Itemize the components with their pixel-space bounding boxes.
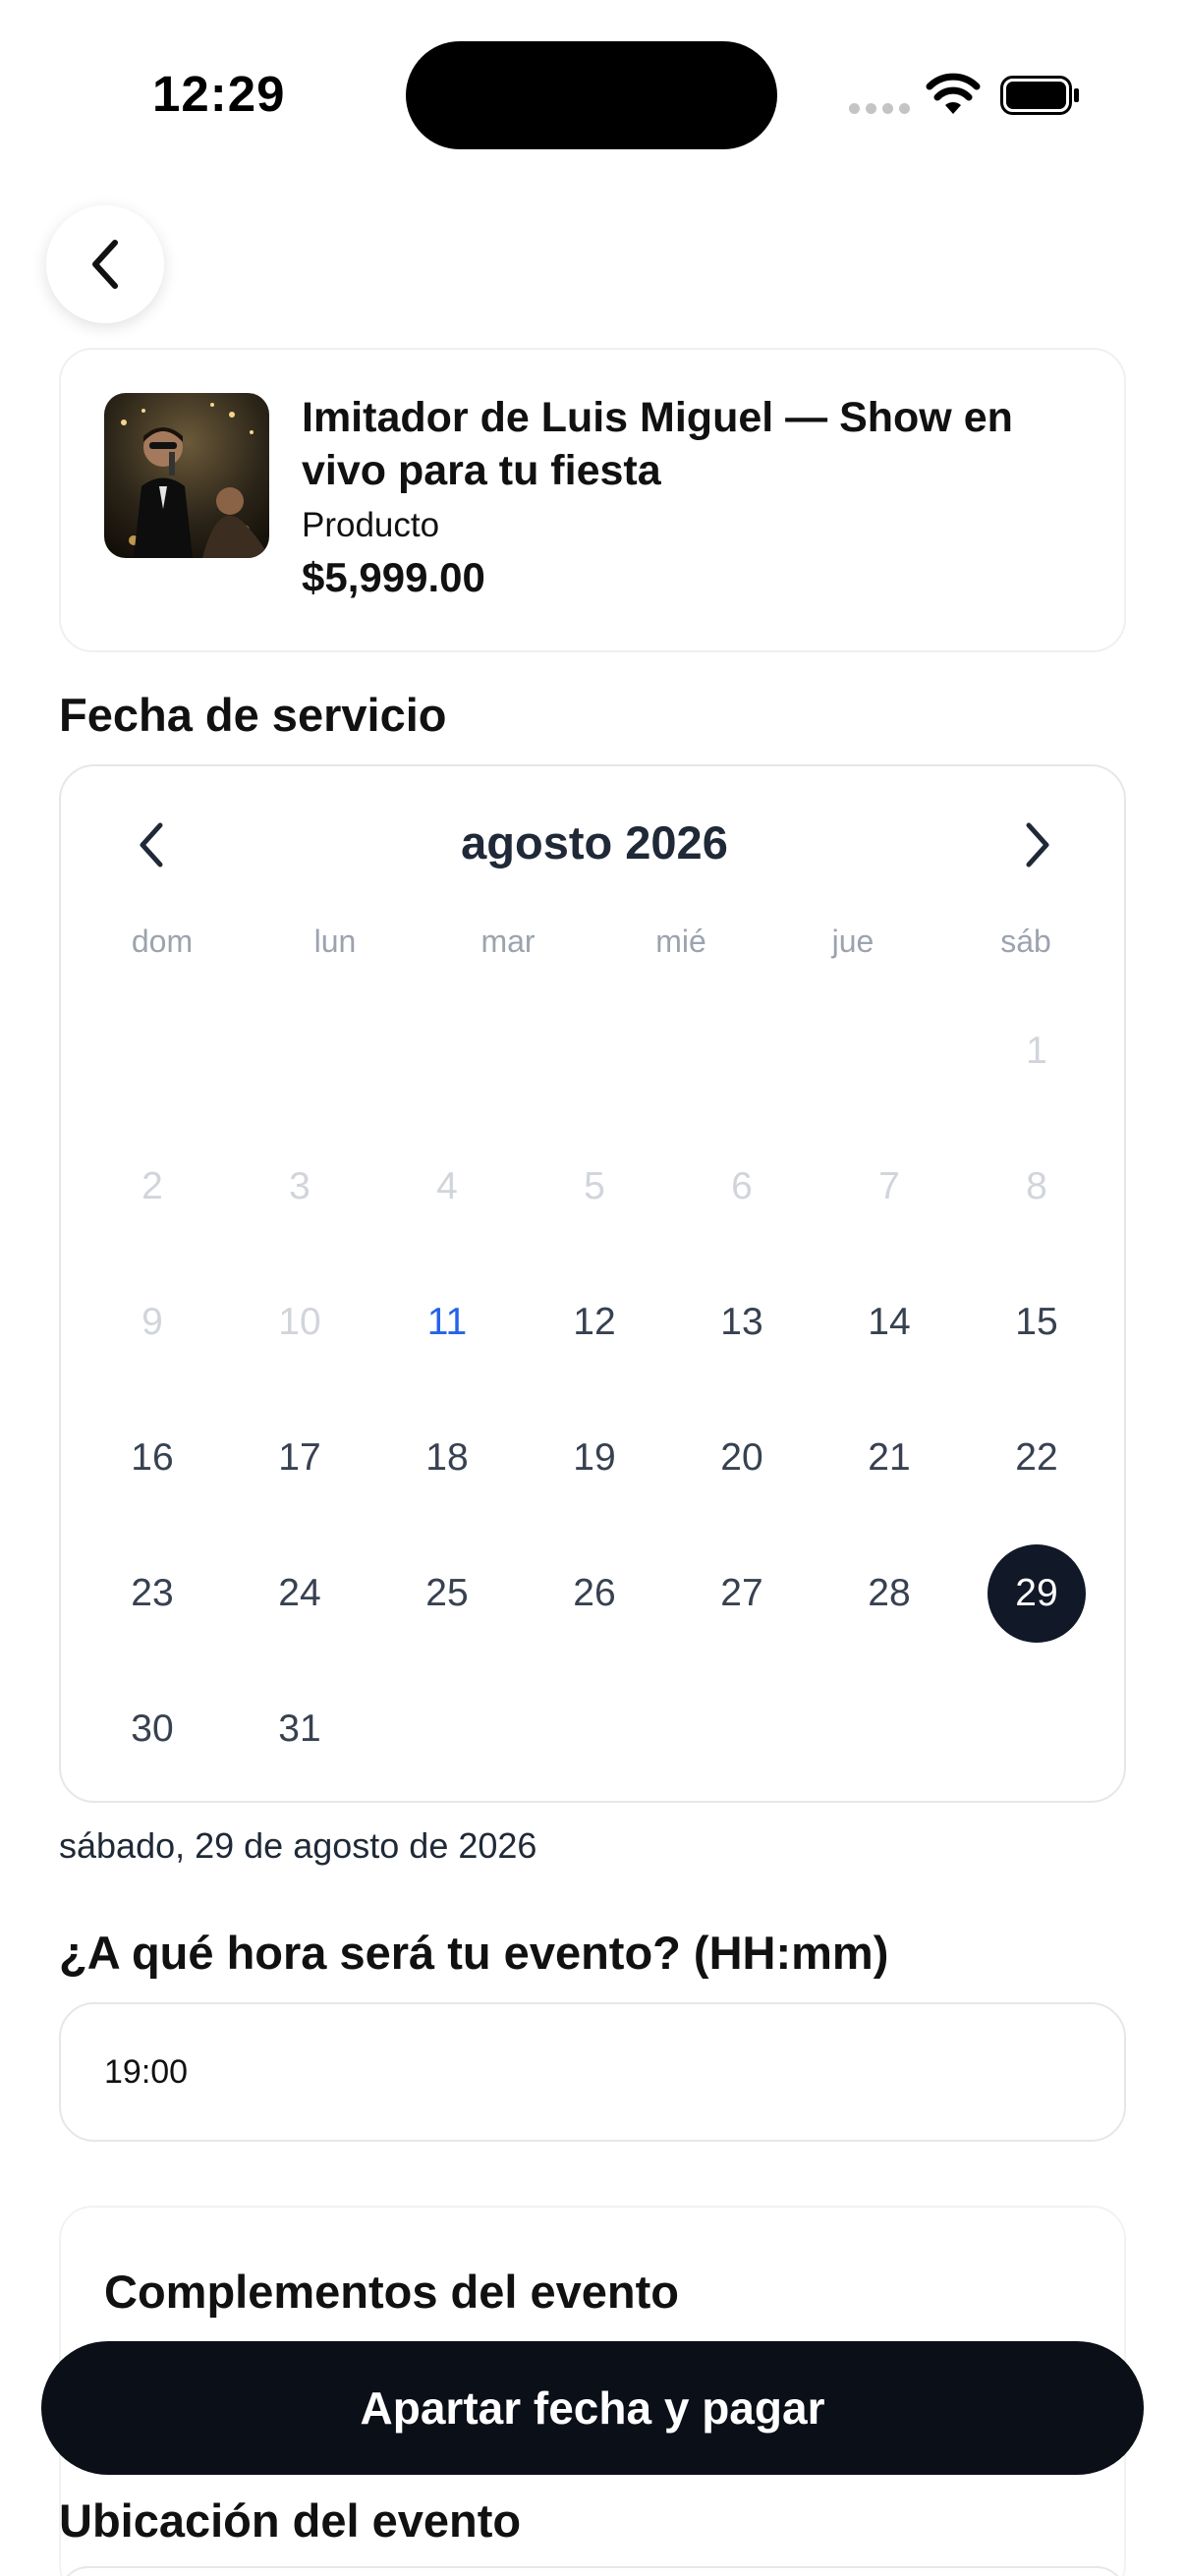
calendar-day: 4 xyxy=(436,1165,458,1207)
calendar-day[interactable]: 11 xyxy=(398,1273,496,1372)
calendar-day[interactable]: 16 xyxy=(103,1409,201,1507)
calendar-day: 7 xyxy=(878,1165,900,1207)
weekday-label: mar xyxy=(480,924,536,959)
reserve-and-pay-button[interactable]: Apartar fecha y pagar xyxy=(41,2341,1144,2475)
chevron-left-icon xyxy=(92,240,118,289)
product-card[interactable]: Imitador de Luis Miguel — Show en vivo p… xyxy=(59,348,1126,652)
back-button[interactable] xyxy=(46,205,164,323)
weekday-label: mié xyxy=(655,924,706,959)
calendar-day[interactable]: 15 xyxy=(988,1273,1086,1372)
calendar-day[interactable]: 20 xyxy=(693,1409,791,1507)
location-label: Ubicación del evento xyxy=(59,2494,522,2547)
calendar-day[interactable]: 17 xyxy=(251,1409,349,1507)
calendar-day[interactable]: 19 xyxy=(545,1409,644,1507)
calendar-day: 5 xyxy=(584,1165,605,1207)
service-date-label: Fecha de servicio xyxy=(59,689,447,741)
calendar-day: 1 xyxy=(1026,1030,1047,1072)
event-time-input[interactable] xyxy=(59,2002,1126,2142)
calendar-weekdays: dom lun mar mié jue sáb xyxy=(61,924,1128,963)
wifi-icon xyxy=(926,73,981,114)
battery-icon xyxy=(1000,76,1079,115)
calendar-day-selected[interactable]: 29 xyxy=(988,1544,1086,1643)
product-title: Imitador de Luis Miguel — Show en vivo p… xyxy=(302,394,1013,494)
calendar-day[interactable]: 22 xyxy=(988,1409,1086,1507)
product-price: $5,999.00 xyxy=(302,554,485,600)
chevron-right-icon xyxy=(1026,822,1049,868)
status-time: 12:29 xyxy=(152,66,286,122)
product-type: Producto xyxy=(302,506,440,544)
calendar-day[interactable]: 27 xyxy=(693,1544,791,1643)
calendar-day[interactable]: 18 xyxy=(398,1409,496,1507)
calendar-day[interactable]: 24 xyxy=(251,1544,349,1643)
selected-date-text: sábado, 29 de agosto de 2026 xyxy=(59,1825,537,1866)
calendar-day: 3 xyxy=(289,1165,310,1207)
weekday-label: lun xyxy=(313,924,357,959)
event-time-label: ¿A qué hora será tu evento? (HH:mm) xyxy=(59,1927,889,1979)
calendar-day[interactable]: 21 xyxy=(840,1409,938,1507)
weekday-label: sáb xyxy=(1000,924,1051,959)
calendar-month-label: agosto 2026 xyxy=(461,816,728,868)
calendar-day: 6 xyxy=(731,1165,753,1207)
calendar-day: 2 xyxy=(141,1165,163,1207)
complements-title: Complementos del evento xyxy=(104,2266,679,2318)
calendar-day[interactable]: 12 xyxy=(545,1273,644,1372)
calendar-day[interactable]: 30 xyxy=(103,1680,201,1778)
calendar-day: 10 xyxy=(278,1301,321,1343)
calendar-day: 8 xyxy=(1026,1165,1047,1207)
calendar-day[interactable]: 26 xyxy=(545,1544,644,1643)
calendar: agosto 2026 dom lun mar mié jue sáb 123456789… xyxy=(59,764,1126,1803)
calendar-day[interactable]: 14 xyxy=(840,1273,938,1372)
calendar-day[interactable]: 23 xyxy=(103,1544,201,1643)
dynamic-island xyxy=(406,41,777,149)
weekday-label: dom xyxy=(131,924,194,959)
calendar-day[interactable]: 25 xyxy=(398,1544,496,1643)
calendar-day[interactable]: 31 xyxy=(251,1680,349,1778)
signal-icon xyxy=(849,103,910,114)
product-image xyxy=(104,393,269,558)
weekday-label: jue xyxy=(831,924,875,959)
calendar-next-button[interactable] xyxy=(1010,817,1065,872)
location-field[interactable] xyxy=(59,2566,1126,2576)
calendar-day[interactable]: 28 xyxy=(840,1544,938,1643)
calendar-day: 9 xyxy=(141,1301,163,1343)
calendar-day[interactable]: 13 xyxy=(693,1273,791,1372)
